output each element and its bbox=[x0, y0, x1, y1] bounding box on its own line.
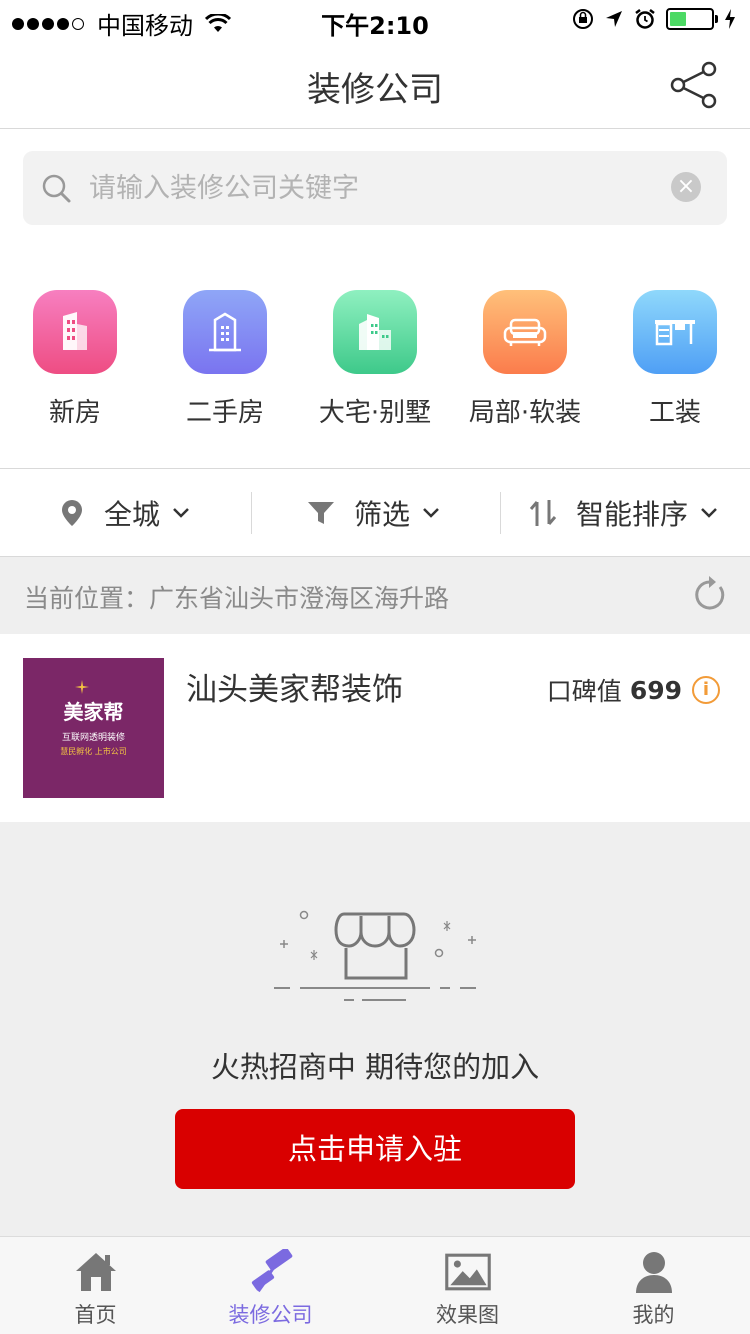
bottom-tab-bar: 首页 装修公司 效果图 我的 bbox=[0, 1236, 750, 1334]
clear-search-button[interactable]: × bbox=[671, 172, 701, 202]
battery-icon bbox=[666, 8, 718, 30]
storefront-illustration-icon bbox=[274, 910, 476, 1001]
category-commercial[interactable]: 工装 bbox=[600, 290, 750, 429]
chevron-down-icon bbox=[173, 508, 189, 518]
category-label: 二手房 bbox=[185, 398, 264, 428]
tab-label: 首页 bbox=[74, 1303, 117, 1327]
city-icon bbox=[333, 290, 417, 374]
funnel-icon bbox=[308, 502, 334, 524]
filter-sort-button[interactable]: 智能排序 bbox=[528, 470, 718, 556]
category-label: 大宅·别墅 bbox=[318, 398, 432, 428]
current-location-text: 当前位置：广东省汕头市澄海区海升路 bbox=[24, 584, 450, 613]
rating-label: 口碑值 bbox=[546, 677, 622, 706]
category-label: 局部·软装 bbox=[468, 398, 582, 428]
tab-label: 效果图 bbox=[436, 1303, 499, 1327]
tab-home[interactable]: 首页 bbox=[2, 1237, 189, 1334]
search-bar: × bbox=[23, 151, 727, 225]
tab-decoration-company[interactable]: 装修公司 bbox=[177, 1237, 364, 1334]
logo-tagline: 慧民孵化 上市公司 bbox=[60, 747, 127, 756]
apartment-icon bbox=[183, 290, 267, 374]
company-name: 汕头美家帮装饰 bbox=[186, 672, 403, 708]
tab-label: 我的 bbox=[632, 1303, 675, 1327]
paint-roller-icon bbox=[251, 1247, 292, 1293]
logo-sparkle-icon bbox=[75, 680, 89, 694]
location-pin-icon bbox=[62, 500, 82, 526]
chevron-down-icon bbox=[423, 508, 439, 518]
company-list-item[interactable]: 美家帮 互联网透明装修 慧民孵化 上市公司 汕头美家帮装饰 口碑值 699 i bbox=[0, 634, 750, 822]
rating-value: 699 bbox=[629, 675, 682, 705]
category-partial-soft[interactable]: 局部·软装 bbox=[450, 290, 600, 429]
filter-bar: 全城 筛选 智能排序 bbox=[0, 470, 750, 556]
filter-area-label: 全城 bbox=[104, 498, 161, 531]
sofa-icon bbox=[483, 290, 567, 374]
apply-join-button[interactable]: 点击申请入驻 bbox=[175, 1109, 575, 1189]
refresh-icon bbox=[695, 576, 725, 610]
share-icon bbox=[670, 61, 717, 109]
filter-separator bbox=[251, 492, 252, 534]
share-button[interactable] bbox=[668, 58, 722, 112]
refresh-location-button[interactable] bbox=[692, 573, 728, 617]
home-icon bbox=[75, 1253, 116, 1291]
logo-text: 美家帮 bbox=[63, 700, 124, 724]
filter-area-button[interactable]: 全城 bbox=[58, 470, 190, 556]
category-new-house[interactable]: 新房 bbox=[0, 290, 150, 429]
charging-icon bbox=[725, 9, 735, 29]
category-grid: 新房 二手房 大宅·别墅 局部·软装 工装 bbox=[0, 290, 750, 430]
page-title: 装修公司 bbox=[307, 70, 443, 110]
filter-separator bbox=[500, 492, 501, 534]
sort-icon bbox=[529, 500, 557, 526]
tab-renderings[interactable]: 效果图 bbox=[374, 1237, 561, 1334]
tab-label: 装修公司 bbox=[228, 1303, 313, 1327]
logo-subtitle: 互联网透明装修 bbox=[61, 733, 125, 743]
chevron-down-icon bbox=[701, 508, 717, 518]
promo-text: 火热招商中 期待您的加入 bbox=[210, 1050, 540, 1084]
category-villa[interactable]: 大宅·别墅 bbox=[300, 290, 450, 429]
rotation-lock-icon bbox=[573, 9, 593, 29]
search-input[interactable] bbox=[89, 151, 659, 225]
company-rating: 口碑值 699 i bbox=[547, 672, 720, 708]
tab-mine[interactable]: 我的 bbox=[560, 1237, 747, 1334]
category-second-hand[interactable]: 二手房 bbox=[150, 290, 300, 429]
desk-icon bbox=[633, 290, 717, 374]
merchant-promo-section: 火热招商中 期待您的加入 点击申请入驻 bbox=[0, 822, 750, 1236]
filter-screen-button[interactable]: 筛选 bbox=[306, 470, 440, 556]
category-label: 工装 bbox=[648, 398, 701, 428]
alarm-icon bbox=[635, 9, 655, 29]
building-icon bbox=[33, 290, 117, 374]
close-icon: × bbox=[676, 174, 696, 199]
current-location-bar: 当前位置：广东省汕头市澄海区海升路 bbox=[0, 557, 750, 634]
info-icon[interactable]: i bbox=[692, 676, 720, 704]
filter-sort-label: 智能排序 bbox=[576, 498, 689, 531]
category-label: 新房 bbox=[48, 398, 101, 428]
location-arrow-icon bbox=[606, 11, 622, 27]
filter-screen-label: 筛选 bbox=[354, 498, 411, 531]
status-bar: 中国移动 下午2:10 bbox=[0, 0, 750, 40]
divider bbox=[0, 468, 750, 469]
search-icon bbox=[42, 174, 71, 203]
image-icon bbox=[444, 1253, 491, 1291]
user-icon bbox=[635, 1252, 672, 1293]
navigation-bar: 装修公司 bbox=[0, 40, 750, 129]
company-logo: 美家帮 互联网透明装修 慧民孵化 上市公司 bbox=[23, 658, 164, 798]
